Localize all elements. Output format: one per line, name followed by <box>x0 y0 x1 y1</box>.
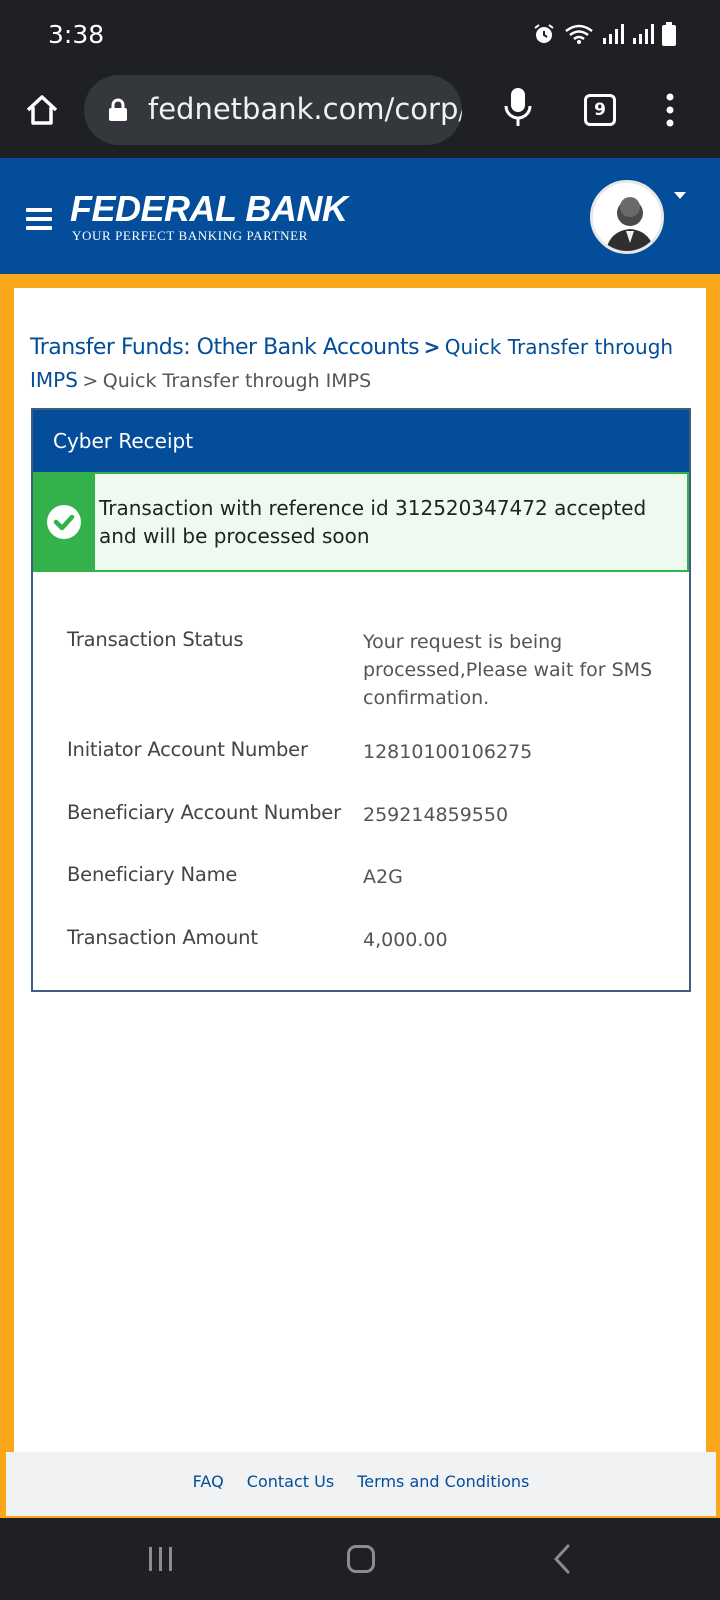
mic-icon[interactable] <box>502 86 534 130</box>
address-bar[interactable]: fednetbank.com/corp/ <box>84 75 462 145</box>
signal-icon <box>633 24 654 44</box>
lock-icon <box>109 98 127 121</box>
url-text: fednetbank.com/corp/ <box>148 92 462 126</box>
alarm-icon <box>534 24 554 43</box>
brand-tagline: YOUR PERFECT BANKING PARTNER <box>72 228 308 243</box>
signal-icon <box>603 24 624 44</box>
alert-icon-cell <box>35 474 95 570</box>
more-icon[interactable] <box>662 92 678 128</box>
footer-links: FAQ Contact Us Terms and Conditions <box>6 1472 716 1491</box>
contact-us-link[interactable]: Contact Us <box>247 1472 334 1491</box>
alert-message: Transaction with reference id 3125203474… <box>99 496 647 548</box>
home-nav-icon[interactable] <box>347 1545 375 1573</box>
receipt-title: Cyber Receipt <box>33 410 689 472</box>
status-time: 3:38 <box>48 20 105 49</box>
avatar-icon[interactable] <box>590 180 664 254</box>
tabs-icon[interactable]: 9 <box>584 94 616 126</box>
back-icon[interactable] <box>552 1544 572 1574</box>
recent-apps-icon[interactable] <box>148 1546 174 1572</box>
system-nav-bar <box>0 1518 720 1600</box>
status-icons <box>532 22 676 46</box>
site-footer: FAQ Contact Us Terms and Conditions <box>6 1452 716 1516</box>
breadcrumb-link-transfer-funds[interactable]: Transfer Funds: Other Bank Accounts <box>30 335 420 360</box>
detail-value: 12810100106275 <box>363 741 533 763</box>
success-alert: Transaction with reference id 3125203474… <box>33 472 689 572</box>
breadcrumb: Transfer Funds: Other Bank Accounts > Qu… <box>30 332 680 398</box>
detail-label: Beneficiary Account Number <box>67 801 341 824</box>
detail-value: A2G <box>363 866 403 888</box>
cyber-receipt: Cyber Receipt Transaction with reference… <box>31 408 691 992</box>
detail-value: 259214859550 <box>363 804 509 826</box>
detail-label: Initiator Account Number <box>67 738 308 761</box>
breadcrumb-separator: > <box>82 370 99 392</box>
battery-icon <box>662 22 676 46</box>
site-header: FEDERAL BANK YOUR PERFECT BANKING PARTNE… <box>0 158 720 274</box>
chevron-down-icon[interactable] <box>674 192 686 199</box>
detail-label: Transaction Status <box>67 628 244 651</box>
main-content: Transfer Funds: Other Bank Accounts > Qu… <box>14 288 706 1454</box>
wifi-icon <box>565 24 593 44</box>
browser-toolbar: fednetbank.com/corp/ 9 <box>0 70 720 158</box>
terms-link[interactable]: Terms and Conditions <box>357 1472 529 1491</box>
detail-value: Your request is being processed,Please w… <box>363 631 653 709</box>
brand-logo[interactable]: FEDERAL BANK <box>70 188 348 230</box>
detail-label: Beneficiary Name <box>67 863 238 886</box>
breadcrumb-current: Quick Transfer through IMPS <box>102 370 372 392</box>
status-bar: 3:38 <box>0 0 720 70</box>
check-icon <box>47 505 81 539</box>
faq-link[interactable]: FAQ <box>193 1472 224 1491</box>
home-icon[interactable] <box>22 90 62 130</box>
detail-label: Transaction Amount <box>67 926 258 949</box>
menu-icon[interactable] <box>26 208 52 230</box>
breadcrumb-separator: > <box>423 335 441 359</box>
detail-value: 4,000.00 <box>363 929 448 951</box>
